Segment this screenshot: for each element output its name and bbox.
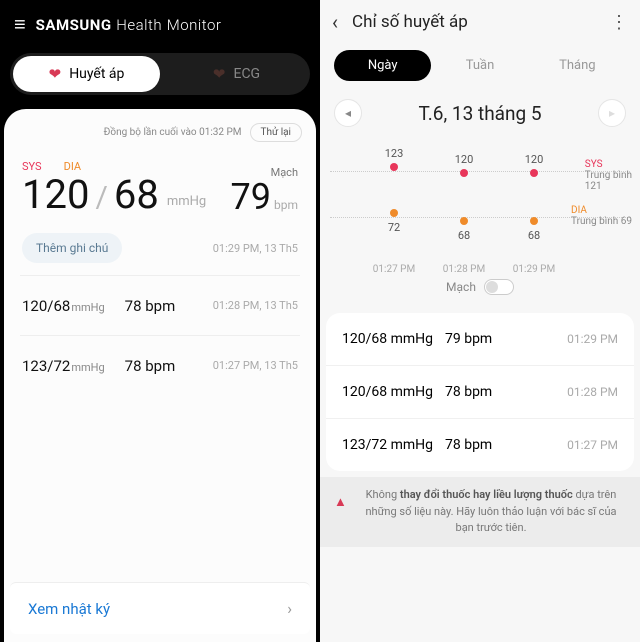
bp-separator: / xyxy=(95,180,107,215)
row-pulse: 79 bpm xyxy=(445,331,492,347)
history-pulse: 78 bpm xyxy=(125,297,176,315)
history-bp: 120/68 xyxy=(22,297,70,315)
row-pulse: 78 bpm xyxy=(445,437,492,453)
chart-point-label: 123 xyxy=(385,147,404,160)
detail-header: ‹ Chỉ số huyết áp ⋮ xyxy=(320,0,640,42)
row-time: 01:29 PM xyxy=(567,332,618,346)
chart-x-label: 01:27 PM xyxy=(373,264,415,275)
dia-value: 68 xyxy=(114,175,159,215)
range-day[interactable]: Ngày xyxy=(334,50,431,81)
chart-point-dia xyxy=(530,217,538,225)
reading-row[interactable]: 123/72 mmHg 78 bpm 01:27 PM xyxy=(326,419,634,471)
last-sync-text: Đồng bộ lần cuối vào 01:32 PM xyxy=(104,127,242,138)
range-month[interactable]: Tháng xyxy=(529,50,626,81)
chart-legend-dia: DIA Trung bình 69 xyxy=(571,205,632,227)
sys-value: 120 xyxy=(22,175,89,215)
pulse-toggle-row: Mạch xyxy=(320,279,640,295)
chart-point-dia xyxy=(390,209,398,217)
medical-disclaimer: ▲ Không thay đổi thuốc hay liều lượng th… xyxy=(320,477,640,547)
ecg-heart-icon: ❤ xyxy=(213,65,226,83)
chart-x-label: 01:29 PM xyxy=(513,264,555,275)
history-row[interactable]: 123/72mmHg 78 bpm 01:27 PM, 13 Th5 xyxy=(4,336,316,395)
prev-day-button[interactable]: ◂ xyxy=(334,99,362,127)
sync-status: Đồng bộ lần cuối vào 01:32 PM Thử lại xyxy=(4,119,316,146)
history-pulse: 78 bpm xyxy=(125,357,176,375)
tab-bp[interactable]: ❤ Huyết áp xyxy=(13,56,160,92)
menu-icon[interactable]: ≡ xyxy=(14,12,26,37)
bp-unit: mmHg xyxy=(167,194,206,209)
view-log-button[interactable]: Xem nhật ký › xyxy=(10,582,310,634)
pulse-value: 79 xyxy=(231,176,271,218)
view-log-label: Xem nhật ký xyxy=(28,600,110,618)
chart-point-label: 120 xyxy=(455,153,474,166)
chart-point-label: 68 xyxy=(458,229,470,242)
chart-x-label: 01:28 PM xyxy=(443,264,485,275)
row-pulse: 78 bpm xyxy=(445,384,492,400)
chart-point-label: 68 xyxy=(528,229,540,242)
date-navigator: ◂ T.6, 13 tháng 5 ▸ xyxy=(334,99,626,127)
main-card: Đồng bộ lần cuối vào 01:32 PM Thử lại SY… xyxy=(4,109,316,642)
app-header: ≡ SAMSUNG Health Monitor xyxy=(0,0,320,49)
row-bp: 120/68 mmHg xyxy=(342,331,433,347)
range-week[interactable]: Tuần xyxy=(431,50,528,81)
note-row: Thêm ghi chú 01:29 PM, 13 Th5 xyxy=(4,221,316,275)
tab-ecg-label: ECG xyxy=(233,66,260,82)
row-bp: 123/72 mmHg xyxy=(342,437,433,453)
reading-row[interactable]: 120/68 mmHg 79 bpm 01:29 PM xyxy=(326,313,634,366)
chevron-right-icon: › xyxy=(287,599,292,618)
chart-point-label: 120 xyxy=(525,153,544,166)
row-bp: 120/68 mmHg xyxy=(342,384,433,400)
bp-chart: 123 120 120 72 68 68 01:27 PM 01:28 PM 0… xyxy=(330,145,630,275)
chart-point-label: 72 xyxy=(388,221,400,234)
retry-button[interactable]: Thử lại xyxy=(250,123,302,142)
pulse-switch[interactable] xyxy=(484,279,514,295)
row-time: 01:28 PM xyxy=(567,385,618,399)
more-icon[interactable]: ⋮ xyxy=(610,12,628,33)
current-date: T.6, 13 tháng 5 xyxy=(370,102,590,125)
chart-point-sys xyxy=(460,169,468,177)
heart-icon: ❤ xyxy=(49,65,62,83)
add-note-button[interactable]: Thêm ghi chú xyxy=(22,233,122,263)
tab-bp-label: Huyết áp xyxy=(69,66,124,82)
readings-list: 120/68 mmHg 79 bpm 01:29 PM 120/68 mmHg … xyxy=(326,313,634,471)
history-ts: 01:27 PM, 13 Th5 xyxy=(213,359,298,372)
pulse-unit: bpm xyxy=(274,198,298,212)
bp-detail-screen: ‹ Chỉ số huyết áp ⋮ Ngày Tuần Tháng ◂ T.… xyxy=(320,0,640,642)
range-tabs: Ngày Tuần Tháng xyxy=(334,50,626,81)
row-time: 01:27 PM xyxy=(567,438,618,452)
chart-point-sys xyxy=(530,169,538,177)
chart-point-dia xyxy=(460,217,468,225)
app-brand: SAMSUNG Health Monitor xyxy=(36,16,222,34)
history-row[interactable]: 120/68mmHg 78 bpm 01:28 PM, 13 Th5 xyxy=(4,276,316,335)
back-icon[interactable]: ‹ xyxy=(332,10,338,34)
bp-main-screen: ≡ SAMSUNG Health Monitor ❤ Huyết áp ❤ EC… xyxy=(0,0,320,642)
history-ts: 01:28 PM, 13 Th5 xyxy=(213,299,298,312)
chart-legend-sys: SYS Trung bình 121 xyxy=(585,159,632,192)
pulse-switch-label: Mạch xyxy=(446,280,476,294)
reading-row[interactable]: 120/68 mmHg 78 bpm 01:28 PM xyxy=(326,366,634,419)
tab-ecg[interactable]: ❤ ECG xyxy=(163,56,310,92)
history-bp: 123/72 xyxy=(22,357,70,375)
next-day-button[interactable]: ▸ xyxy=(598,99,626,127)
warning-icon: ▲ xyxy=(334,493,347,513)
current-reading: SYS DIA 120 / 68 mmHg Mạch 79bpm xyxy=(4,146,316,221)
mode-tabs: ❤ Huyết áp ❤ ECG xyxy=(10,53,310,95)
page-title: Chỉ số huyết áp xyxy=(352,12,596,32)
reading-timestamp: 01:29 PM, 13 Th5 xyxy=(213,242,298,255)
chart-point-sys xyxy=(390,163,398,171)
